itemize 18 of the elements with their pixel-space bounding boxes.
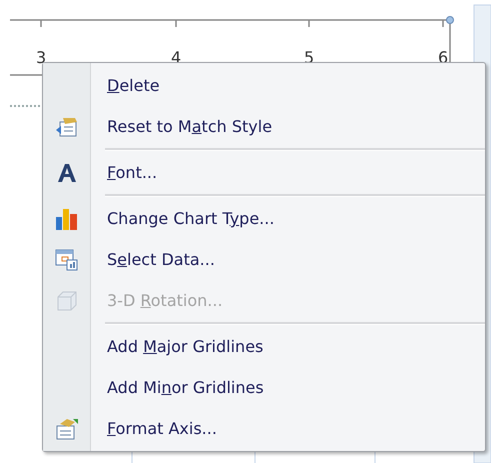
menu-item[interactable]: Add Major Gridlines bbox=[107, 337, 264, 356]
menu-item[interactable]: Add Minor Gridlines bbox=[107, 378, 264, 397]
bar-chart-icon bbox=[54, 208, 78, 230]
axis-tick-label: 4 bbox=[171, 48, 182, 67]
menu-item[interactable]: Select Data... bbox=[107, 250, 215, 269]
menu-item[interactable]: Delete bbox=[107, 76, 160, 95]
cube-icon bbox=[56, 290, 78, 312]
menu-item[interactable]: Font... bbox=[107, 163, 158, 182]
selection-handle[interactable] bbox=[446, 16, 454, 24]
table-data-icon bbox=[54, 248, 78, 270]
menu-item[interactable]: Change Chart Type... bbox=[107, 209, 274, 228]
menu-item[interactable]: Format Axis... bbox=[107, 419, 217, 438]
reset-style-icon bbox=[54, 116, 78, 138]
dotted-border bbox=[10, 105, 42, 107]
font-icon bbox=[56, 162, 78, 182]
axis-tick-label: 3 bbox=[36, 48, 46, 67]
format-axis-icon bbox=[54, 418, 78, 440]
menu-item[interactable]: Reset to Match Style bbox=[107, 117, 272, 136]
